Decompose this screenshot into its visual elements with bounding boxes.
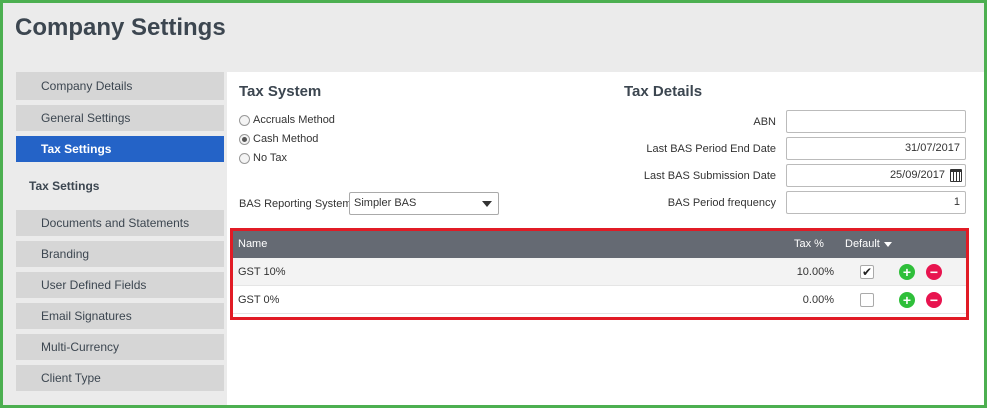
default-checkbox-checked[interactable]: ✔ xyxy=(860,265,874,279)
remove-icon[interactable]: − xyxy=(926,264,942,280)
abn-label: ABN xyxy=(753,116,776,128)
radio-label: Accruals Method xyxy=(253,114,335,126)
row-name: GST 0% xyxy=(238,294,280,306)
table-row[interactable]: GST 10% 10.00% ✔ + − xyxy=(232,258,966,286)
column-header-tax[interactable]: Tax % xyxy=(794,230,824,258)
row-name: GST 10% xyxy=(238,266,286,278)
sidebar-item-documents[interactable]: Documents and Statements xyxy=(16,210,224,236)
sidebar-item-general-settings[interactable]: General Settings xyxy=(16,105,224,131)
end-date-label: Last BAS Period End Date xyxy=(646,143,776,155)
radio-label: Cash Method xyxy=(253,133,319,145)
calendar-icon[interactable] xyxy=(950,169,962,182)
bas-reporting-select[interactable]: Simpler BAS xyxy=(349,192,499,215)
add-icon[interactable]: + xyxy=(899,264,915,280)
sidebar: Company Details General Settings Tax Set… xyxy=(16,72,224,396)
sidebar-item-client-type[interactable]: Client Type xyxy=(16,365,224,391)
radio-no-tax[interactable]: No Tax xyxy=(239,152,287,164)
radio-button[interactable] xyxy=(239,114,250,126)
submission-date-value: 25/09/2017 xyxy=(889,169,945,181)
sidebar-item-tax-settings[interactable]: Tax Settings xyxy=(16,136,224,162)
sidebar-section-header: Tax Settings xyxy=(29,179,100,193)
end-date-input[interactable]: 31/07/2017 xyxy=(786,137,966,160)
sidebar-item-multi-currency[interactable]: Multi-Currency xyxy=(16,334,224,360)
bas-reporting-value: Simpler BAS xyxy=(354,197,417,209)
frequency-input[interactable]: 1 xyxy=(786,191,966,214)
radio-button[interactable] xyxy=(239,152,250,164)
submission-date-label: Last BAS Submission Date xyxy=(643,170,776,182)
table-row[interactable]: GST 0% 0.00% + − xyxy=(232,286,966,314)
radio-accruals[interactable]: Accruals Method xyxy=(239,114,335,126)
tax-details-title: Tax Details xyxy=(624,83,703,100)
frequency-label: BAS Period frequency xyxy=(667,197,776,209)
chevron-down-icon xyxy=(482,201,492,207)
column-header-name[interactable]: Name xyxy=(238,230,267,258)
column-header-default[interactable]: Default xyxy=(845,230,892,258)
submission-date-input[interactable]: 25/09/2017 xyxy=(786,164,966,187)
sidebar-item-user-defined-fields[interactable]: User Defined Fields xyxy=(16,272,224,298)
remove-icon[interactable]: − xyxy=(926,292,942,308)
default-checkbox[interactable] xyxy=(860,293,874,307)
sidebar-item-branding[interactable]: Branding xyxy=(16,241,224,267)
row-tax: 10.00% xyxy=(796,266,834,278)
sort-down-icon xyxy=(883,241,892,247)
table-header: Name Tax % Default xyxy=(232,230,966,258)
page-title: Company Settings xyxy=(15,14,226,41)
abn-input[interactable] xyxy=(786,110,966,133)
row-tax: 0.00% xyxy=(802,294,834,306)
end-date-value: 31/07/2017 xyxy=(904,142,960,154)
radio-cash[interactable]: Cash Method xyxy=(239,133,318,145)
main-content: Tax System Accruals Method Cash Method N… xyxy=(227,72,984,405)
tax-system-title: Tax System xyxy=(239,83,322,100)
radio-label: No Tax xyxy=(253,152,288,164)
add-icon[interactable]: + xyxy=(899,292,915,308)
radio-button-checked[interactable] xyxy=(239,133,250,145)
sidebar-item-company-details[interactable]: Company Details xyxy=(16,72,224,100)
bas-reporting-label: BAS Reporting System xyxy=(239,198,352,210)
default-header-label: Default xyxy=(845,238,880,250)
sidebar-item-email-signatures[interactable]: Email Signatures xyxy=(16,303,224,329)
tax-rates-table: Name Tax % Default GST 10% 10.00% ✔ + − … xyxy=(232,230,966,314)
